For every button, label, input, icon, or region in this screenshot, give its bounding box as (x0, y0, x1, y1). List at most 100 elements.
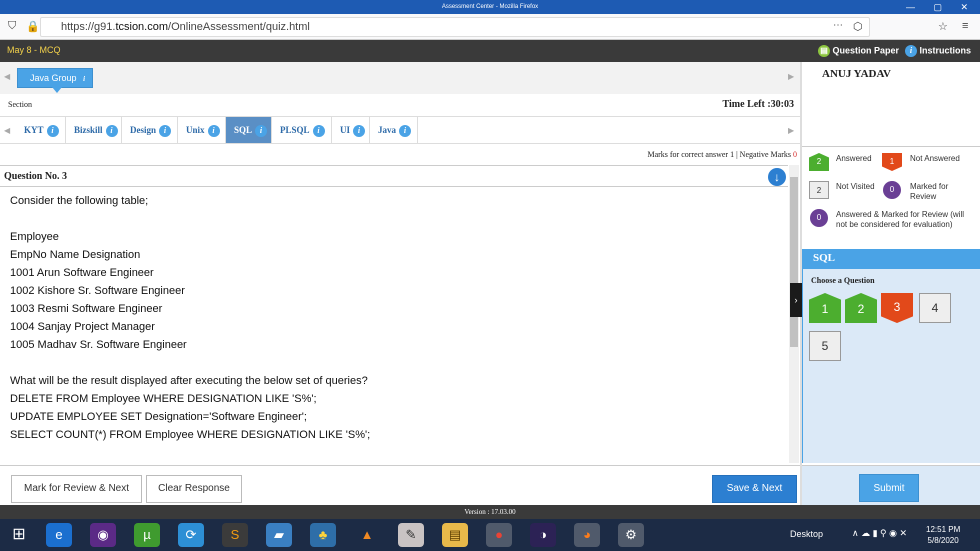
chrome-icon[interactable]: ● (486, 523, 512, 547)
padlock-icon[interactable]: 🔒 (26, 20, 40, 33)
question-button-1[interactable]: 1 (809, 293, 841, 323)
tabs-scroll-left-icon[interactable]: ◀ (4, 126, 10, 135)
question-line: EmpNo Name Designation (10, 249, 141, 261)
question-button-2[interactable]: 2 (845, 293, 877, 323)
sync-icon[interactable]: ⟳ (178, 523, 204, 547)
hamburger-menu-icon[interactable]: ≡ (962, 20, 968, 32)
shield-icon[interactable]: ⛉ (8, 20, 16, 33)
info-icon[interactable]: i (312, 124, 325, 137)
section-row: Section Time Left :30:03 (0, 96, 800, 114)
marks-info: Marks for correct answer 1 | Negative Ma… (647, 150, 797, 159)
question-body: Consider the following table; Employee E… (0, 187, 788, 462)
tab-label: KYT (24, 125, 44, 135)
question-button-5[interactable]: 5 (809, 331, 841, 361)
windows-start-icon[interactable]: ⊞ (6, 523, 32, 547)
app-header: May 8 - MCQ ▤ Question Paper i Instructi… (0, 40, 980, 62)
desktop-toolbar-label[interactable]: Desktop (790, 529, 823, 539)
tab-bizskill[interactable]: Bizskill i (66, 117, 122, 143)
eclipse-icon[interactable]: ◑ (530, 523, 556, 547)
window-titlebar: Assessment Center - Mozilla Firefox — ▢ … (0, 0, 980, 14)
info-icon[interactable]: i (159, 124, 172, 137)
clock-date: 5/8/2020 (927, 536, 959, 545)
question-button-4[interactable]: 4 (919, 293, 951, 323)
url-path: /OnlineAssessment/quiz.html (168, 21, 310, 33)
url-domain: tcsion.com (115, 21, 169, 33)
tab-plsql[interactable]: PLSQL i (272, 117, 332, 143)
scrollbar-thumb[interactable] (790, 177, 798, 347)
tabs-scroll-right-icon[interactable]: ▶ (788, 126, 794, 135)
info-icon[interactable]: i (105, 124, 118, 137)
question-paper-link[interactable]: ▤ Question Paper (818, 45, 899, 57)
vlc-icon[interactable]: ▲ (354, 523, 380, 547)
question-paper-label: Question Paper (832, 45, 900, 56)
version-bar: Version : 17.03.00 (0, 505, 980, 519)
tab-sql[interactable]: SQL i (226, 117, 272, 143)
section-label: Section (8, 100, 32, 109)
group-button-java[interactable]: Java Group i (17, 68, 93, 93)
collapse-panel-icon[interactable]: › (790, 283, 802, 317)
question-line: UPDATE EMPLOYEE SET Designation='Softwar… (10, 411, 307, 423)
instructions-link[interactable]: i Instructions (905, 45, 971, 57)
answered-marked-badge: 0 (810, 209, 828, 227)
info-icon[interactable]: i (255, 124, 268, 137)
question-line: 1005 Madhav Sr. Software Engineer (10, 339, 187, 351)
tab-java[interactable]: Java i (370, 117, 418, 143)
group-row: ◀ Java Group i ▶ (0, 62, 800, 94)
question-line: 1002 Kishore Sr. Software Engineer (10, 285, 185, 297)
system-tray[interactable]: ∧ ☁ ▮ ⚲ ◉ ✕ (852, 528, 907, 539)
bookmark-star-icon[interactable]: ☆ (938, 20, 948, 33)
action-button-row: Mark for Review & Next Clear Response Sa… (0, 465, 800, 505)
file-explorer-icon[interactable]: ▤ (442, 523, 468, 547)
utorrent-icon[interactable]: µ (134, 523, 160, 547)
clock[interactable]: 12:51 PM 5/8/2020 (926, 524, 960, 546)
pocket-icon[interactable]: ⬡ (853, 20, 863, 33)
window-title: Assessment Center - Mozilla Firefox (441, 4, 539, 10)
info-icon[interactable]: i (399, 124, 411, 137)
question-line: What will be the result displayed after … (10, 375, 368, 387)
question-line: SELECT COUNT(*) FROM Employee WHERE DESI… (10, 429, 371, 441)
tab-design[interactable]: Design i (122, 117, 178, 143)
scroll-down-icon[interactable]: ↓ (768, 168, 786, 186)
group-scroll-left-icon[interactable]: ◀ (4, 72, 10, 81)
info-icon[interactable]: i (79, 73, 90, 84)
tab-label: UI (340, 125, 351, 135)
info-icon[interactable]: i (46, 124, 59, 137)
page-actions-icon[interactable]: ⋯ (833, 20, 843, 31)
question-palette: SQL Choose a Question 1 2 3 4 5 (802, 249, 980, 463)
marked-badge: 0 (883, 181, 901, 199)
question-button-3[interactable]: 3 (881, 293, 913, 323)
mark-review-next-button[interactable]: Mark for Review & Next (11, 475, 142, 503)
answered-marked-label: Answered & Marked for Review (will not b… (836, 210, 965, 229)
exam-name: May 8 - MCQ (7, 45, 61, 55)
marked-label: Marked for Review (910, 182, 949, 201)
info-icon[interactable]: i (353, 124, 366, 137)
settings-icon[interactable]: ⚙ (618, 523, 644, 547)
tab-label: Unix (186, 125, 205, 135)
not-visited-badge: 2 (809, 181, 829, 199)
info-icon: i (905, 45, 917, 57)
question-line: Employee (10, 231, 59, 243)
tab-unix[interactable]: Unix i (178, 117, 226, 143)
group-scroll-right-icon[interactable]: ▶ (788, 72, 794, 81)
info-icon[interactable]: i (207, 124, 220, 137)
url-text[interactable]: https://g91.tcsion.com/OnlineAssessment/… (61, 21, 310, 33)
not-answered-label: Not Answered (910, 154, 960, 163)
tab-ui[interactable]: UI i (332, 117, 370, 143)
question-number: Question No. 3 (4, 171, 68, 182)
clear-response-button[interactable]: Clear Response (146, 475, 242, 503)
sublime-icon[interactable]: S (222, 523, 248, 547)
python-icon[interactable]: ♣ (310, 523, 336, 547)
submit-button[interactable]: Submit (859, 474, 919, 502)
internet-explorer-icon[interactable]: e (46, 523, 72, 547)
window-controls[interactable]: — ▢ ✕ (906, 0, 976, 14)
tor-icon[interactable]: ◉ (90, 523, 116, 547)
url-bar[interactable]: https://g91.tcsion.com/OnlineAssessment/… (40, 17, 870, 37)
save-next-button[interactable]: Save & Next (712, 475, 797, 503)
question-line: 1003 Resmi Software Engineer (10, 303, 163, 315)
question-line: 1001 Arun Software Engineer (10, 267, 154, 279)
notes-icon[interactable]: ▰ (266, 523, 292, 547)
paint-icon[interactable]: ✎ (398, 523, 424, 547)
tab-kyt[interactable]: KYT i (16, 117, 66, 143)
question-line: 1004 Sanjay Project Manager (10, 321, 155, 333)
firefox-icon[interactable]: ◕ (574, 523, 600, 547)
